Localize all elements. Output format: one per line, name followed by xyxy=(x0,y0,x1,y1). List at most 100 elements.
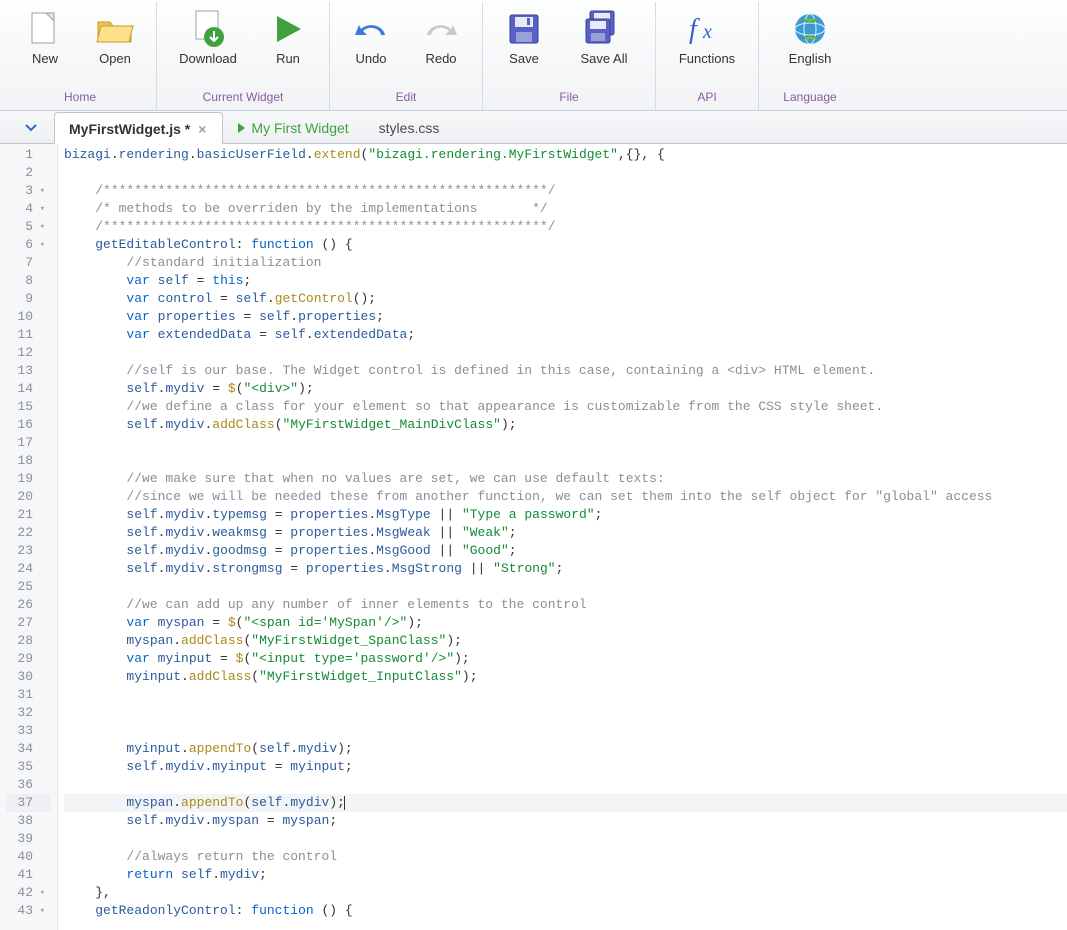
code-line[interactable]: self.mydiv = $("<div>"); xyxy=(64,380,1067,398)
code-line[interactable]: return self.mydiv; xyxy=(64,866,1067,884)
line-number: 7 xyxy=(6,254,51,272)
tab-preview[interactable]: My First Widget xyxy=(223,111,363,143)
line-number: 19 xyxy=(6,470,51,488)
download-button[interactable]: Download xyxy=(163,6,253,86)
code-line[interactable]: /* methods to be overriden by the implem… xyxy=(64,200,1067,218)
svg-text:f: f xyxy=(689,14,700,45)
code-line[interactable]: //always return the control xyxy=(64,848,1067,866)
redo-button[interactable]: Redo xyxy=(406,6,476,86)
tab-dropdown[interactable] xyxy=(8,111,54,143)
code-line[interactable]: //we define a class for your element so … xyxy=(64,398,1067,416)
ribbon-button-label: Open xyxy=(99,51,131,66)
line-number: 39 xyxy=(6,830,51,848)
line-number: 23 xyxy=(6,542,51,560)
english-button[interactable]: English xyxy=(765,6,855,86)
code-line[interactable]: /***************************************… xyxy=(64,218,1067,236)
code-line[interactable]: self.mydiv.weakmsg = properties.MsgWeak … xyxy=(64,524,1067,542)
tab-bar: MyFirstWidget.js *×My First Widgetstyles… xyxy=(0,111,1067,144)
code-line[interactable]: getEditableControl: function () { xyxy=(64,236,1067,254)
chevron-down-icon xyxy=(24,120,38,134)
code-line[interactable]: }, xyxy=(64,884,1067,902)
code-line[interactable] xyxy=(64,434,1067,452)
code-line[interactable]: myspan.appendTo(self.mydiv); xyxy=(64,794,1067,812)
undo-button[interactable]: Undo xyxy=(336,6,406,86)
run-button[interactable]: Run xyxy=(253,6,323,86)
save-icon xyxy=(504,9,544,49)
code-line[interactable]: //we make sure that when no values are s… xyxy=(64,470,1067,488)
ribbon-group: fxFunctionsAPI xyxy=(656,2,759,110)
ribbon-group: UndoRedoEdit xyxy=(330,2,483,110)
code-line[interactable]: //standard initialization xyxy=(64,254,1067,272)
line-number: 2 xyxy=(6,164,51,182)
code-line[interactable] xyxy=(64,578,1067,596)
code-line[interactable]: /***************************************… xyxy=(64,182,1067,200)
code-line[interactable]: myspan.addClass("MyFirstWidget_SpanClass… xyxy=(64,632,1067,650)
code-line[interactable]: self.mydiv.addClass("MyFirstWidget_MainD… xyxy=(64,416,1067,434)
line-number: 38 xyxy=(6,812,51,830)
line-number: 33 xyxy=(6,722,51,740)
code-line[interactable]: //self is our base. The Widget control i… xyxy=(64,362,1067,380)
open-button[interactable]: Open xyxy=(80,6,150,86)
code-line[interactable] xyxy=(64,722,1067,740)
code-line[interactable]: self.mydiv.myspan = myspan; xyxy=(64,812,1067,830)
functions-button[interactable]: fxFunctions xyxy=(662,6,752,86)
code-line[interactable]: self.mydiv.typemsg = properties.MsgType … xyxy=(64,506,1067,524)
line-number: 37 xyxy=(6,794,51,812)
new-button[interactable]: New xyxy=(10,6,80,86)
line-number: 35 xyxy=(6,758,51,776)
ribbon-group: EnglishLanguage xyxy=(759,2,861,110)
code-line[interactable]: self.mydiv.goodmsg = properties.MsgGood … xyxy=(64,542,1067,560)
ribbon-group-title: Current Widget xyxy=(203,86,284,110)
code-line[interactable]: getReadonlyControl: function () { xyxy=(64,902,1067,920)
line-number: 15 xyxy=(6,398,51,416)
code-line[interactable] xyxy=(64,164,1067,182)
line-number: 28 xyxy=(6,632,51,650)
code-line[interactable]: var myspan = $("<span id='MySpan'/>"); xyxy=(64,614,1067,632)
line-number: 13 xyxy=(6,362,51,380)
code-line[interactable]: self.mydiv.myinput = myinput; xyxy=(64,758,1067,776)
play-icon xyxy=(238,123,245,133)
code-line[interactable] xyxy=(64,344,1067,362)
open-folder-icon xyxy=(95,9,135,49)
fx-icon: fx xyxy=(687,9,727,49)
code-area[interactable]: bizagi.rendering.basicUserField.extend("… xyxy=(58,144,1067,930)
saveall-button[interactable]: Save All xyxy=(559,6,649,86)
tab-file[interactable]: MyFirstWidget.js *× xyxy=(54,112,223,144)
ribbon-group: SaveSave AllFile xyxy=(483,2,656,110)
code-line[interactable]: var extendedData = self.extendedData; xyxy=(64,326,1067,344)
code-line[interactable]: var self = this; xyxy=(64,272,1067,290)
code-line[interactable]: //we can add up any number of inner elem… xyxy=(64,596,1067,614)
code-line[interactable] xyxy=(64,704,1067,722)
line-number: 43▾ xyxy=(6,902,51,920)
code-line[interactable] xyxy=(64,776,1067,794)
ribbon-button-label: English xyxy=(789,51,832,66)
code-line[interactable] xyxy=(64,830,1067,848)
code-editor[interactable]: 123▾4▾5▾6▾789101112131415161718192021222… xyxy=(0,144,1067,930)
code-line[interactable]: var control = self.getControl(); xyxy=(64,290,1067,308)
redo-icon xyxy=(421,9,461,49)
code-line[interactable]: var myinput = $("<input type='password'/… xyxy=(64,650,1067,668)
line-number: 9 xyxy=(6,290,51,308)
code-line[interactable]: self.mydiv.strongmsg = properties.MsgStr… xyxy=(64,560,1067,578)
tab-file[interactable]: styles.css xyxy=(364,111,455,143)
play-icon xyxy=(268,9,308,49)
code-line[interactable]: var properties = self.properties; xyxy=(64,308,1067,326)
code-line[interactable]: //since we will be needed these from ano… xyxy=(64,488,1067,506)
line-number: 6▾ xyxy=(6,236,51,254)
code-line[interactable]: bizagi.rendering.basicUserField.extend("… xyxy=(64,146,1067,164)
line-number: 1 xyxy=(6,146,51,164)
code-line[interactable]: myinput.addClass("MyFirstWidget_InputCla… xyxy=(64,668,1067,686)
line-number: 34 xyxy=(6,740,51,758)
code-line[interactable] xyxy=(64,452,1067,470)
line-number: 41 xyxy=(6,866,51,884)
line-number: 22 xyxy=(6,524,51,542)
save-button[interactable]: Save xyxy=(489,6,559,86)
ribbon-button-label: Redo xyxy=(425,51,456,66)
line-number: 11 xyxy=(6,326,51,344)
line-number: 21 xyxy=(6,506,51,524)
ribbon-toolbar: NewOpenHomeDownloadRunCurrent WidgetUndo… xyxy=(0,0,1067,111)
close-icon[interactable]: × xyxy=(196,121,208,137)
code-line[interactable] xyxy=(64,686,1067,704)
code-line[interactable]: myinput.appendTo(self.mydiv); xyxy=(64,740,1067,758)
line-number: 26 xyxy=(6,596,51,614)
